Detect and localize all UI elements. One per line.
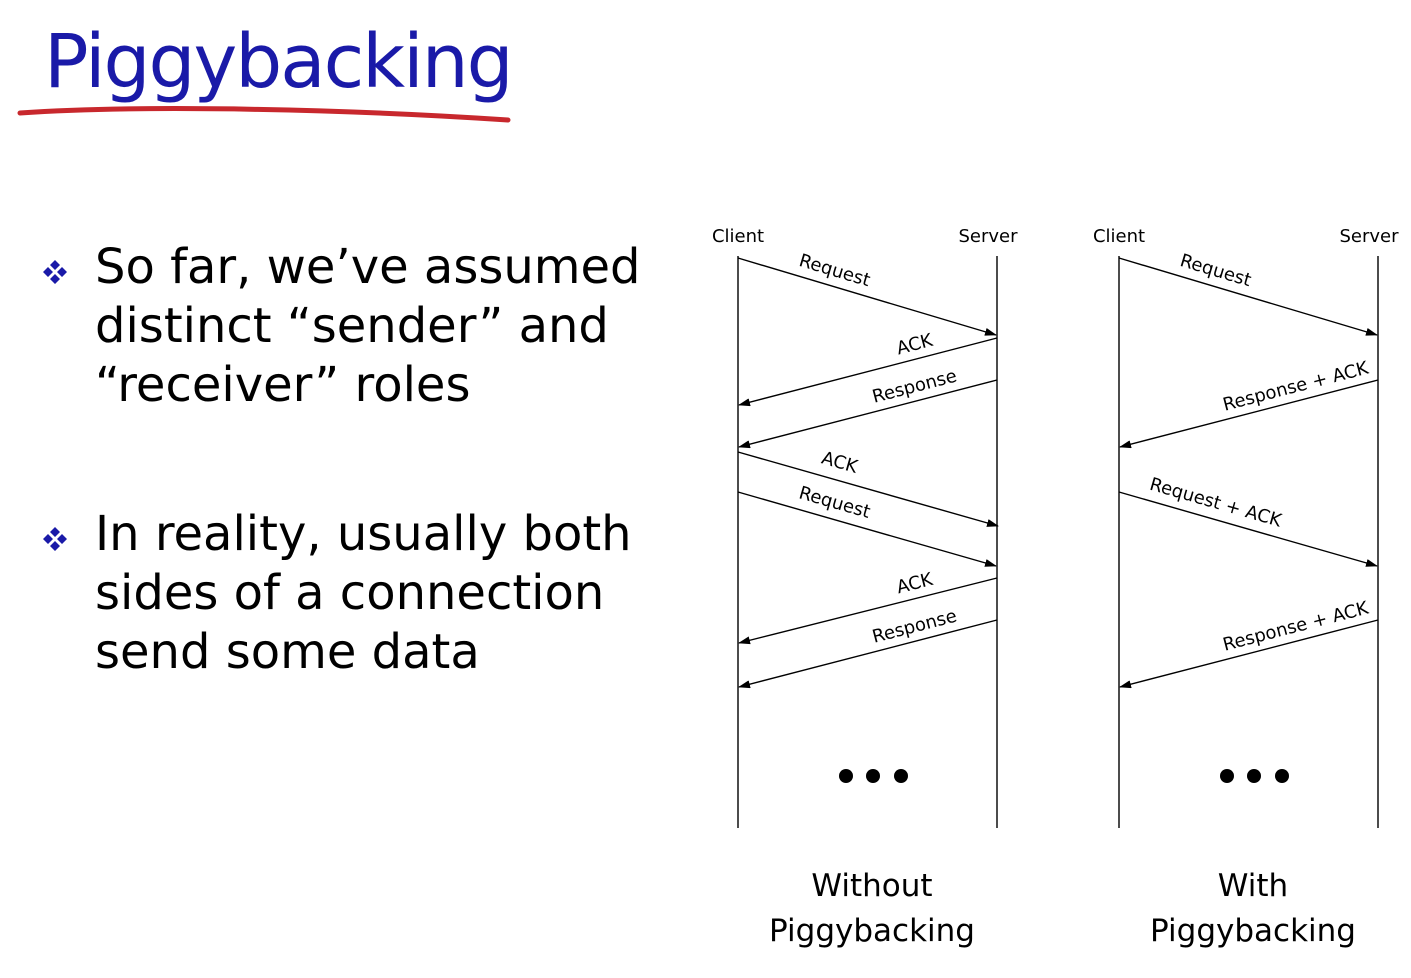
message-label: ACK <box>819 448 861 479</box>
message-arrow <box>738 337 998 407</box>
sequence-diagrams: Client Server Request ACK Response ACK R… <box>712 226 1399 949</box>
message-arrow <box>738 619 998 689</box>
ellipsis-dot <box>1275 769 1289 783</box>
diagram-with-piggybacking: Client Server Request Response + ACK Req… <box>1093 226 1399 949</box>
message-arrow <box>738 379 998 449</box>
message-label: Request <box>797 250 873 291</box>
message-label: Request <box>1178 250 1254 291</box>
diagram-caption: Without <box>811 868 932 904</box>
client-label: Client <box>1093 226 1145 247</box>
ellipsis-dot <box>866 769 880 783</box>
server-label: Server <box>958 226 1018 247</box>
message-label: ACK <box>894 569 936 599</box>
ellipsis-dot <box>894 769 908 783</box>
diagram-caption: Piggybacking <box>1150 913 1356 949</box>
diagram-without-piggybacking: Client Server Request ACK Response ACK R… <box>712 226 1018 949</box>
diagram-caption: With <box>1218 868 1288 904</box>
message-label: Response + ACK <box>1221 597 1372 655</box>
message-arrow <box>738 577 998 645</box>
ellipsis-dot <box>839 769 853 783</box>
ellipsis-dot <box>1247 769 1261 783</box>
message-label: Request + ACK <box>1147 474 1285 532</box>
diagram-caption: Piggybacking <box>769 913 975 949</box>
server-label: Server <box>1339 226 1399 247</box>
ellipsis-dot <box>1220 769 1234 783</box>
client-label: Client <box>712 226 764 247</box>
message-label: Request <box>796 483 872 523</box>
message-label: Response + ACK <box>1221 357 1372 415</box>
